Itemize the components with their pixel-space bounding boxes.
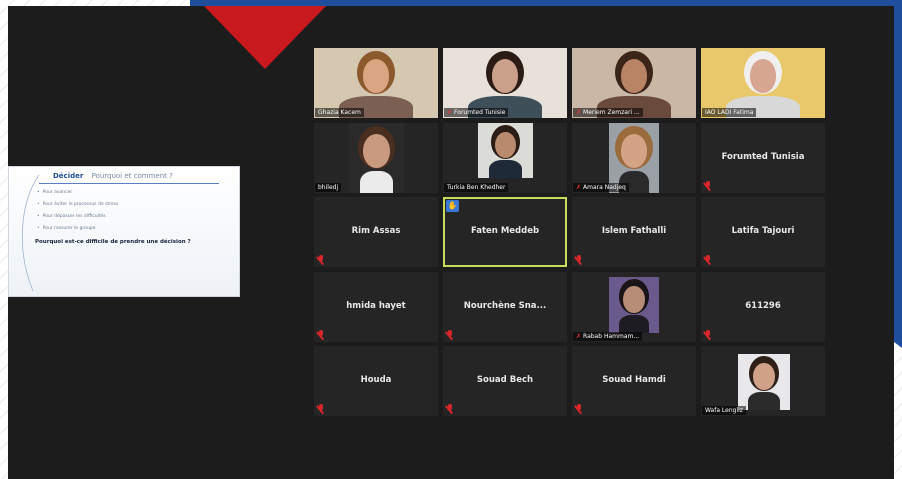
slide-title: Décider Pourquoi et comment ? <box>53 172 173 180</box>
participant-name: Souad Bech <box>476 375 534 385</box>
slide-bullet: Pour dépasser les difficultés <box>37 211 118 223</box>
participant-name-label: ✗ Amara Nadjeq <box>573 183 629 192</box>
participant-name-label: ✗ Forumted Tunisie <box>444 108 509 117</box>
participant-name: Meriem Zemzari ... <box>583 109 640 116</box>
participant-body <box>360 170 393 193</box>
participant-tile[interactable]: bhiledj <box>314 123 438 193</box>
participant-name: Rim Assas <box>351 226 401 236</box>
participant-name: Houda <box>360 375 392 385</box>
participant-tile[interactable]: Houda <box>314 346 438 416</box>
participant-name: IAO LADI Fatima <box>705 109 754 116</box>
microphone-muted-icon: ✗ <box>576 109 582 116</box>
participant-tile[interactable]: 611296 <box>701 272 825 342</box>
participant-name: Ghazia Kacem <box>318 109 361 116</box>
slide-bullet: Pour rassurer le groupe <box>37 223 118 235</box>
participant-body <box>619 315 649 333</box>
slide-title-rule <box>39 183 219 184</box>
participant-name-label: bhiledj <box>315 183 342 192</box>
participant-name: Latifa Tajouri <box>731 226 795 236</box>
participant-name: Amara Nadjeq <box>583 184 626 191</box>
participant-name-label: ✗ Meriem Zemzari ... <box>573 108 643 117</box>
participant-video <box>609 277 659 333</box>
participant-face <box>495 131 516 159</box>
participant-tile[interactable]: Wafa Lengliz <box>701 346 825 416</box>
participant-name-label: Ghazia Kacem <box>315 108 364 117</box>
participant-tile[interactable]: Rim Assas <box>314 197 438 267</box>
raised-hand-icon: ✋ <box>446 200 459 212</box>
participant-name-label: IAO LADI Fatima <box>702 108 757 117</box>
participant-face <box>620 134 648 168</box>
microphone-muted-icon <box>704 181 712 190</box>
participant-name: Rabab Hammam... <box>583 333 640 340</box>
participant-face <box>362 59 390 93</box>
microphone-muted-icon <box>575 255 583 264</box>
microphone-muted-icon <box>317 404 325 413</box>
slide-bullet: Pour éviter le processus de stress <box>37 199 119 211</box>
microphone-muted-icon <box>317 255 325 264</box>
participant-tile[interactable]: Faten Meddeb ✋ <box>443 197 567 267</box>
participant-face <box>749 59 777 93</box>
participant-face <box>363 134 390 168</box>
slide-bullet-list: Pour avancer Pour éviter le processus de… <box>37 187 119 235</box>
microphone-muted-icon <box>446 330 454 339</box>
microphone-muted-icon <box>575 404 583 413</box>
participant-tile[interactable]: Turkia Ben Khedher <box>443 123 567 193</box>
participant-tile[interactable]: IAO LADI Fatima <box>701 48 825 118</box>
microphone-muted-icon <box>704 255 712 264</box>
microphone-muted-icon: ✗ <box>576 184 582 191</box>
participant-face <box>753 362 775 390</box>
participant-tile[interactable]: Latifa Tajouri <box>701 197 825 267</box>
participant-name-label: ✗ Rabab Hammam... <box>573 332 643 341</box>
participant-tile[interactable]: ✗ Meriem Zemzari ... <box>572 48 696 118</box>
participant-tile[interactable]: hmida hayet <box>314 272 438 342</box>
participant-tile[interactable]: Nourchène Sna... <box>443 272 567 342</box>
microphone-muted-icon <box>446 404 454 413</box>
participant-video <box>738 354 790 410</box>
microphone-muted-icon <box>317 330 325 339</box>
microphone-muted-icon: ✗ <box>576 333 582 340</box>
participant-tile[interactable]: Forumted Tunisia <box>701 123 825 193</box>
slide-title-word: Décider <box>53 172 84 180</box>
participant-name: Faten Meddeb <box>470 226 540 236</box>
participant-video <box>478 123 533 178</box>
slide-bullet: Pour avancer <box>37 187 118 199</box>
slide-subtitle: Pourquoi et comment ? <box>91 172 173 180</box>
participant-face <box>623 285 645 313</box>
participant-name: Souad Hamdi <box>602 375 666 385</box>
participant-body <box>489 160 522 178</box>
participant-tile[interactable]: ✗ Amara Nadjeq <box>572 123 696 193</box>
red-triangle-decoration <box>204 6 326 69</box>
participant-face <box>620 59 648 93</box>
participant-video <box>349 123 404 193</box>
participant-name: Turkia Ben Khedher <box>447 184 506 191</box>
participant-name: Nourchène Sna... <box>463 301 547 311</box>
participant-name: Forumted Tunisie <box>454 109 506 116</box>
participant-tile[interactable]: Souad Bech <box>443 346 567 416</box>
participant-tile[interactable]: ✗ Forumted Tunisie <box>443 48 567 118</box>
participant-name: bhiledj <box>318 184 339 191</box>
participant-tile[interactable]: Souad Hamdi <box>572 346 696 416</box>
participant-name: hmida hayet <box>346 301 406 311</box>
participant-body <box>748 392 780 410</box>
participant-name-label: Wafa Lengliz <box>702 406 746 415</box>
participant-name-label: Turkia Ben Khedher <box>444 183 509 192</box>
participant-tile[interactable]: Islem Fathalli <box>572 197 696 267</box>
microphone-muted-icon <box>704 330 712 339</box>
microphone-muted-icon: ✗ <box>447 109 453 116</box>
participant-name: Islem Fathalli <box>601 226 667 236</box>
participant-face <box>491 59 519 93</box>
participant-tile[interactable]: ✗ Rabab Hammam... <box>572 272 696 342</box>
slide-question: Pourquoi est-ce difficile de prendre une… <box>35 239 191 245</box>
participant-name: Forumted Tunisia <box>721 152 805 162</box>
participant-name: 611296 <box>745 301 781 311</box>
participant-tile[interactable]: Ghazia Kacem <box>314 48 438 118</box>
shared-slide: Décider Pourquoi et comment ? Pour avanc… <box>8 166 240 297</box>
participant-name: Wafa Lengliz <box>705 407 743 414</box>
